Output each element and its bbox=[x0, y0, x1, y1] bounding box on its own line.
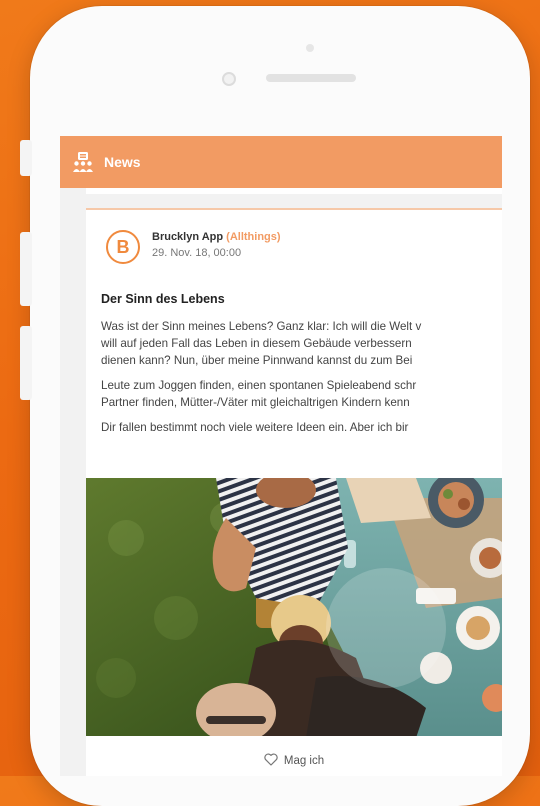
post-meta: Brucklyn App (Allthings) 29. Nov. 18, 00… bbox=[152, 231, 281, 264]
front-camera bbox=[222, 72, 236, 86]
earpiece-speaker bbox=[266, 74, 356, 82]
post-body: Was ist der Sinn meines Lebens? Ganz kla… bbox=[101, 318, 502, 444]
avatar[interactable]: B bbox=[106, 230, 140, 264]
people-group-icon bbox=[72, 151, 94, 173]
post-timestamp: 29. Nov. 18, 00:00 bbox=[152, 247, 242, 259]
outdoor-dinner-party-photo[interactable] bbox=[86, 478, 502, 736]
phone-side-button bbox=[20, 140, 32, 176]
page-title: News bbox=[104, 154, 141, 170]
post-paragraph: Leute zum Joggen finden, einen spontanen… bbox=[101, 377, 502, 411]
post-text-line: Dir fallen bestimmt noch viele weitere I… bbox=[101, 421, 409, 434]
like-button[interactable]: Mag ich bbox=[264, 753, 324, 769]
news-feed[interactable]: B Brucklyn App (Allthings) 29. Nov. 18, … bbox=[60, 188, 502, 776]
post-paragraph: Dir fallen bestimmt noch viele weitere I… bbox=[101, 419, 502, 436]
post-author-line: Brucklyn App (Allthings) bbox=[152, 231, 281, 243]
front-sensor bbox=[306, 44, 314, 52]
post-text-line: Partner finden, Mütter-/Väter mit gleich… bbox=[101, 396, 410, 409]
post-text-line: will auf jeden Fall das Leben in diesem … bbox=[101, 337, 412, 350]
post-text-line: dienen kann? Nun, über meine Pinnwand ka… bbox=[101, 354, 413, 367]
previous-card-edge bbox=[86, 188, 502, 194]
heart-outline-icon bbox=[264, 753, 278, 769]
post-author[interactable]: Brucklyn App bbox=[152, 231, 223, 243]
post-author-tag: (Allthings) bbox=[226, 231, 281, 243]
phone-volume-up-button bbox=[20, 232, 32, 306]
post-paragraph: Was ist der Sinn meines Lebens? Ganz kla… bbox=[101, 318, 502, 369]
post-text-line: Was ist der Sinn meines Lebens? Ganz kla… bbox=[101, 320, 422, 333]
news-post-card[interactable]: B Brucklyn App (Allthings) 29. Nov. 18, … bbox=[86, 208, 502, 776]
app-header: News bbox=[60, 136, 502, 188]
app-screen: News B Brucklyn App (Allthings) 29. Nov.… bbox=[60, 136, 502, 776]
phone-volume-down-button bbox=[20, 326, 32, 400]
post-header: B Brucklyn App (Allthings) 29. Nov. 18, … bbox=[106, 230, 281, 264]
post-footer: Mag ich bbox=[86, 736, 502, 776]
post-text-line: Leute zum Joggen finden, einen spontanen… bbox=[101, 379, 417, 392]
like-label: Mag ich bbox=[283, 755, 325, 767]
post-title: Der Sinn des Lebens bbox=[101, 292, 225, 306]
